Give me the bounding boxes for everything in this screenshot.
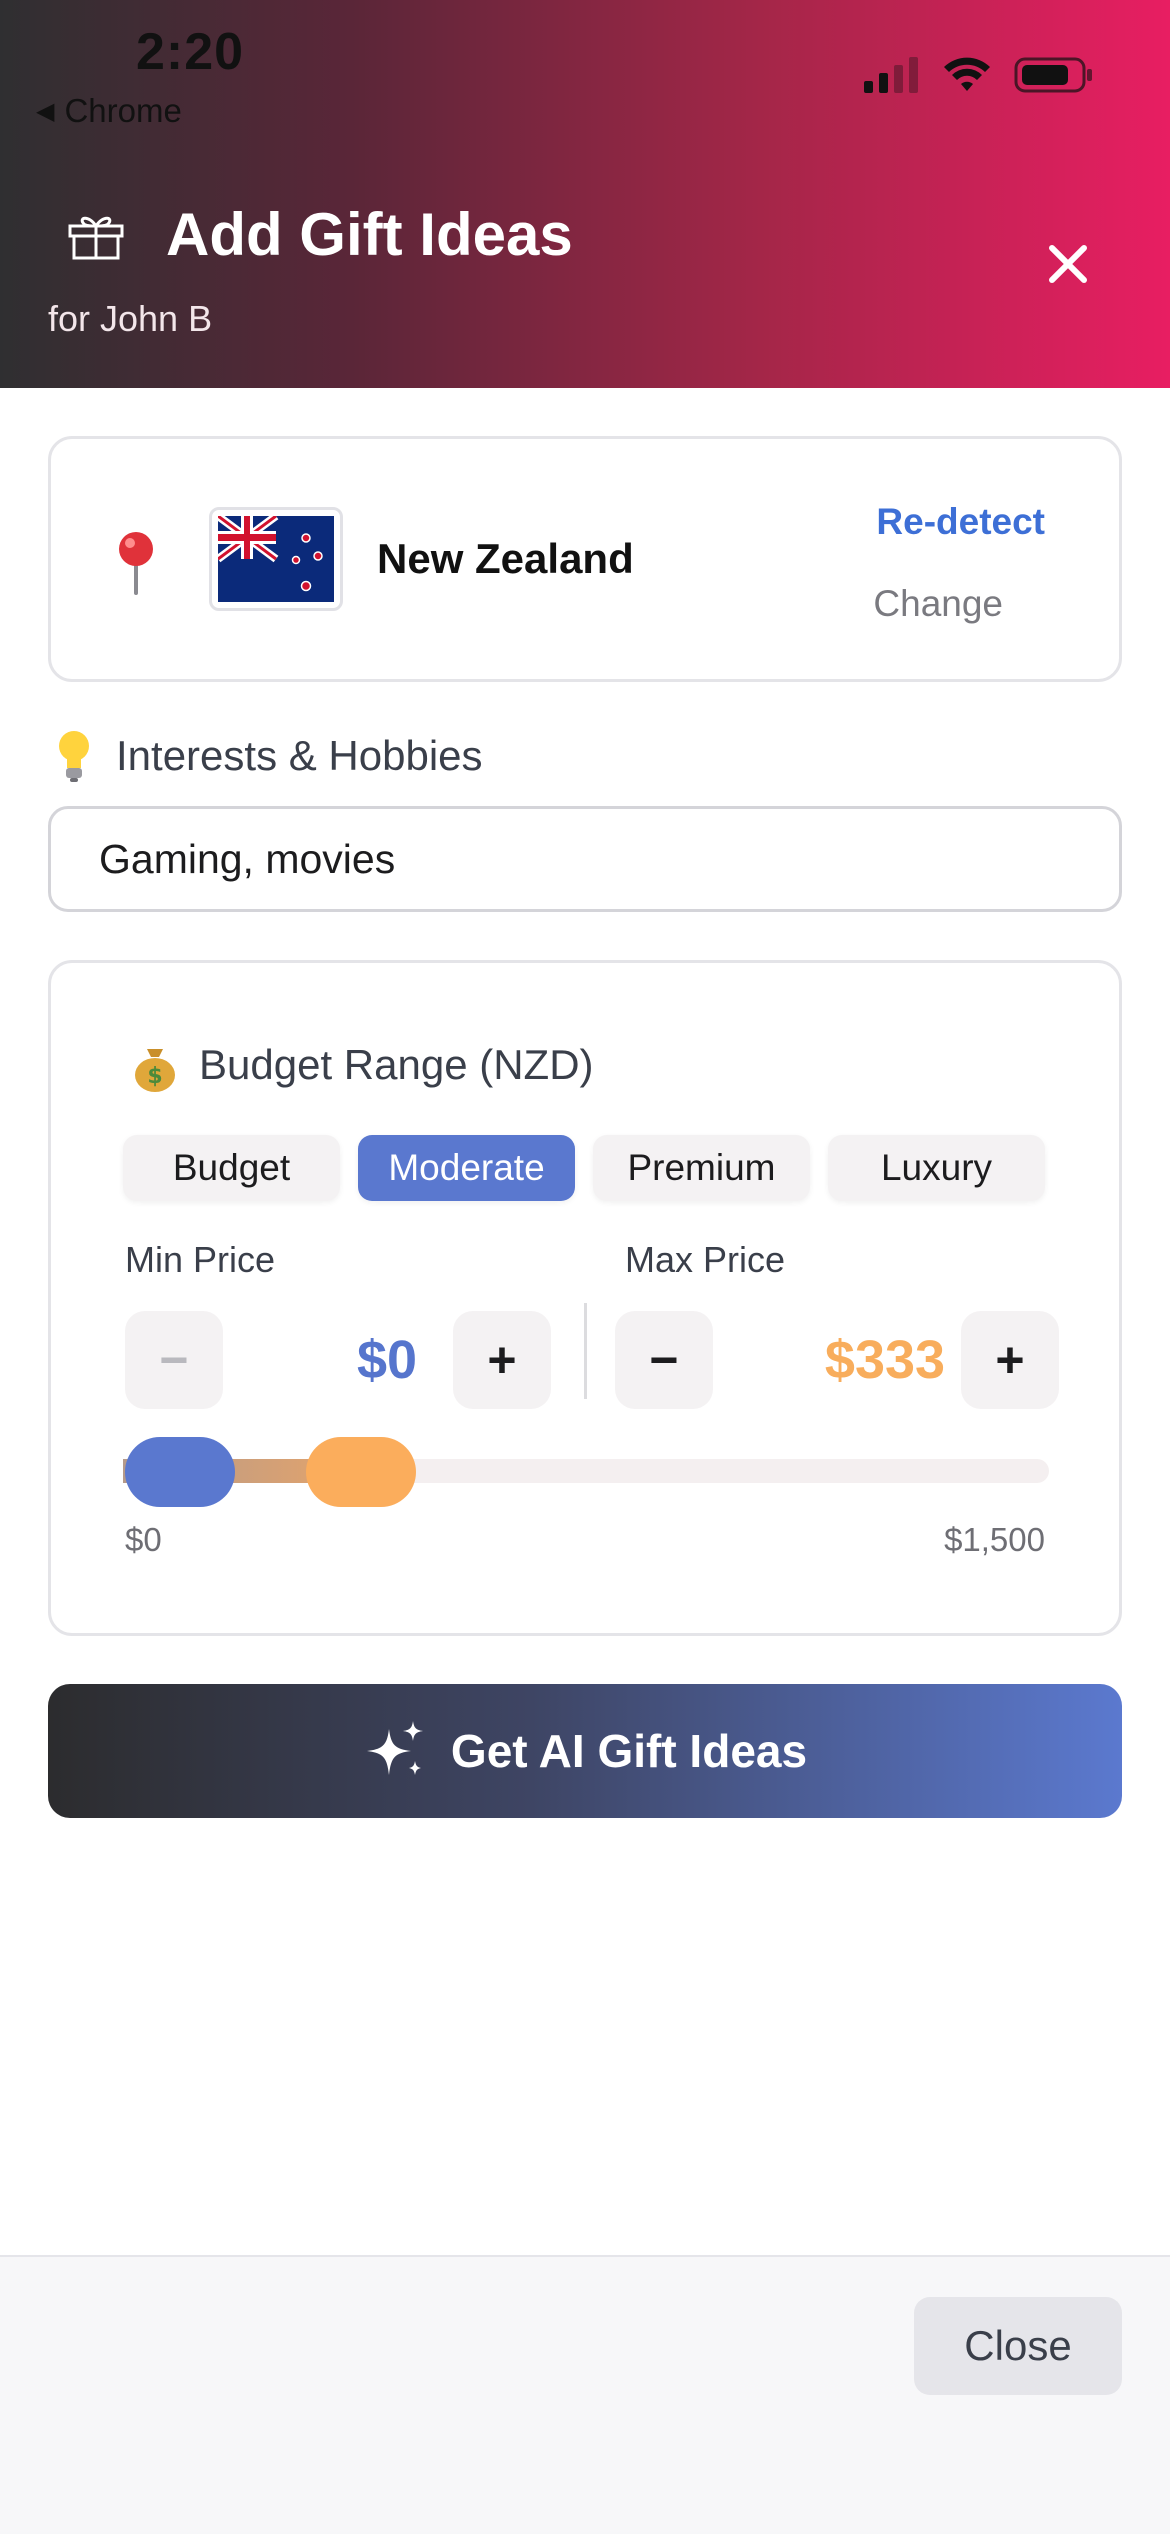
sparkles-icon [366, 1721, 423, 1775]
max-price-value: $333 [824, 1330, 946, 1390]
max-price-slider-thumb[interactable] [306, 1437, 416, 1507]
location-card: New Zealand Re-detect Change [48, 436, 1122, 682]
lightbulb-icon [59, 731, 89, 782]
recipient-subtitle: for John B [48, 298, 213, 339]
tier-luxury[interactable]: Luxury [828, 1135, 1045, 1201]
min-price-slider-thumb[interactable] [125, 1437, 235, 1507]
new-zealand-flag-icon [215, 512, 334, 602]
wifi-icon [944, 57, 990, 91]
interests-label: Interests & Hobbies [54, 728, 483, 784]
country-name: New Zealand [377, 535, 634, 582]
country-flag [209, 507, 343, 611]
interests-input[interactable] [48, 806, 1122, 912]
interests-label-text: Interests & Hobbies [116, 732, 483, 779]
redetect-button[interactable]: Re-detect [876, 501, 1045, 543]
budget-label: $ Budget Range (NZD) [131, 1037, 594, 1093]
status-time: 2:20 [136, 23, 245, 81]
title-row: Add Gift Ideas [66, 200, 573, 269]
close-button[interactable]: Close [914, 2297, 1122, 2395]
budget-tier-selector: Budget Moderate Premium Luxury [123, 1135, 1045, 1201]
status-icons [864, 56, 1094, 94]
tier-premium[interactable]: Premium [593, 1135, 810, 1201]
price-divider [584, 1303, 587, 1399]
modal-footer: Close [0, 2255, 1170, 2534]
modal-header: 2:20 ◀ Chrome Add Gift Ideas for John B [0, 0, 1170, 388]
change-location-button[interactable]: Change [873, 583, 1003, 625]
back-to-app-link[interactable]: ◀ Chrome [36, 92, 182, 130]
budget-card: $ Budget Range (NZD) Budget Moderate Pre… [48, 960, 1122, 1636]
close-icon[interactable] [1040, 236, 1096, 292]
battery-icon [1014, 57, 1092, 93]
max-price-label: Max Price [625, 1239, 786, 1280]
max-increment-button[interactable]: + [961, 1311, 1059, 1409]
gift-icon [68, 216, 124, 259]
signal-icon [864, 57, 918, 93]
page-title: Add Gift Ideas [166, 201, 573, 268]
tier-moderate[interactable]: Moderate [358, 1135, 575, 1201]
tier-budget[interactable]: Budget [123, 1135, 340, 1201]
money-bag-icon: $ [135, 1049, 175, 1092]
min-increment-button[interactable]: + [453, 1311, 551, 1409]
range-min-label: $0 [125, 1521, 162, 1558]
pushpin-icon [119, 532, 153, 595]
range-max-label: $1,500 [944, 1521, 1045, 1558]
max-decrement-button[interactable]: − [615, 1311, 713, 1409]
back-app-label: Chrome [64, 92, 182, 129]
get-ai-gift-ideas-button[interactable]: Get AI Gift Ideas [48, 1684, 1122, 1818]
budget-label-text: Budget Range (NZD) [199, 1041, 594, 1088]
back-triangle-icon: ◀ [36, 97, 55, 125]
cta-label: Get AI Gift Ideas [450, 1725, 808, 1777]
min-decrement-button[interactable]: − [125, 1311, 223, 1409]
min-price-label: Min Price [125, 1239, 276, 1280]
svg-text:$: $ [147, 1064, 162, 1089]
